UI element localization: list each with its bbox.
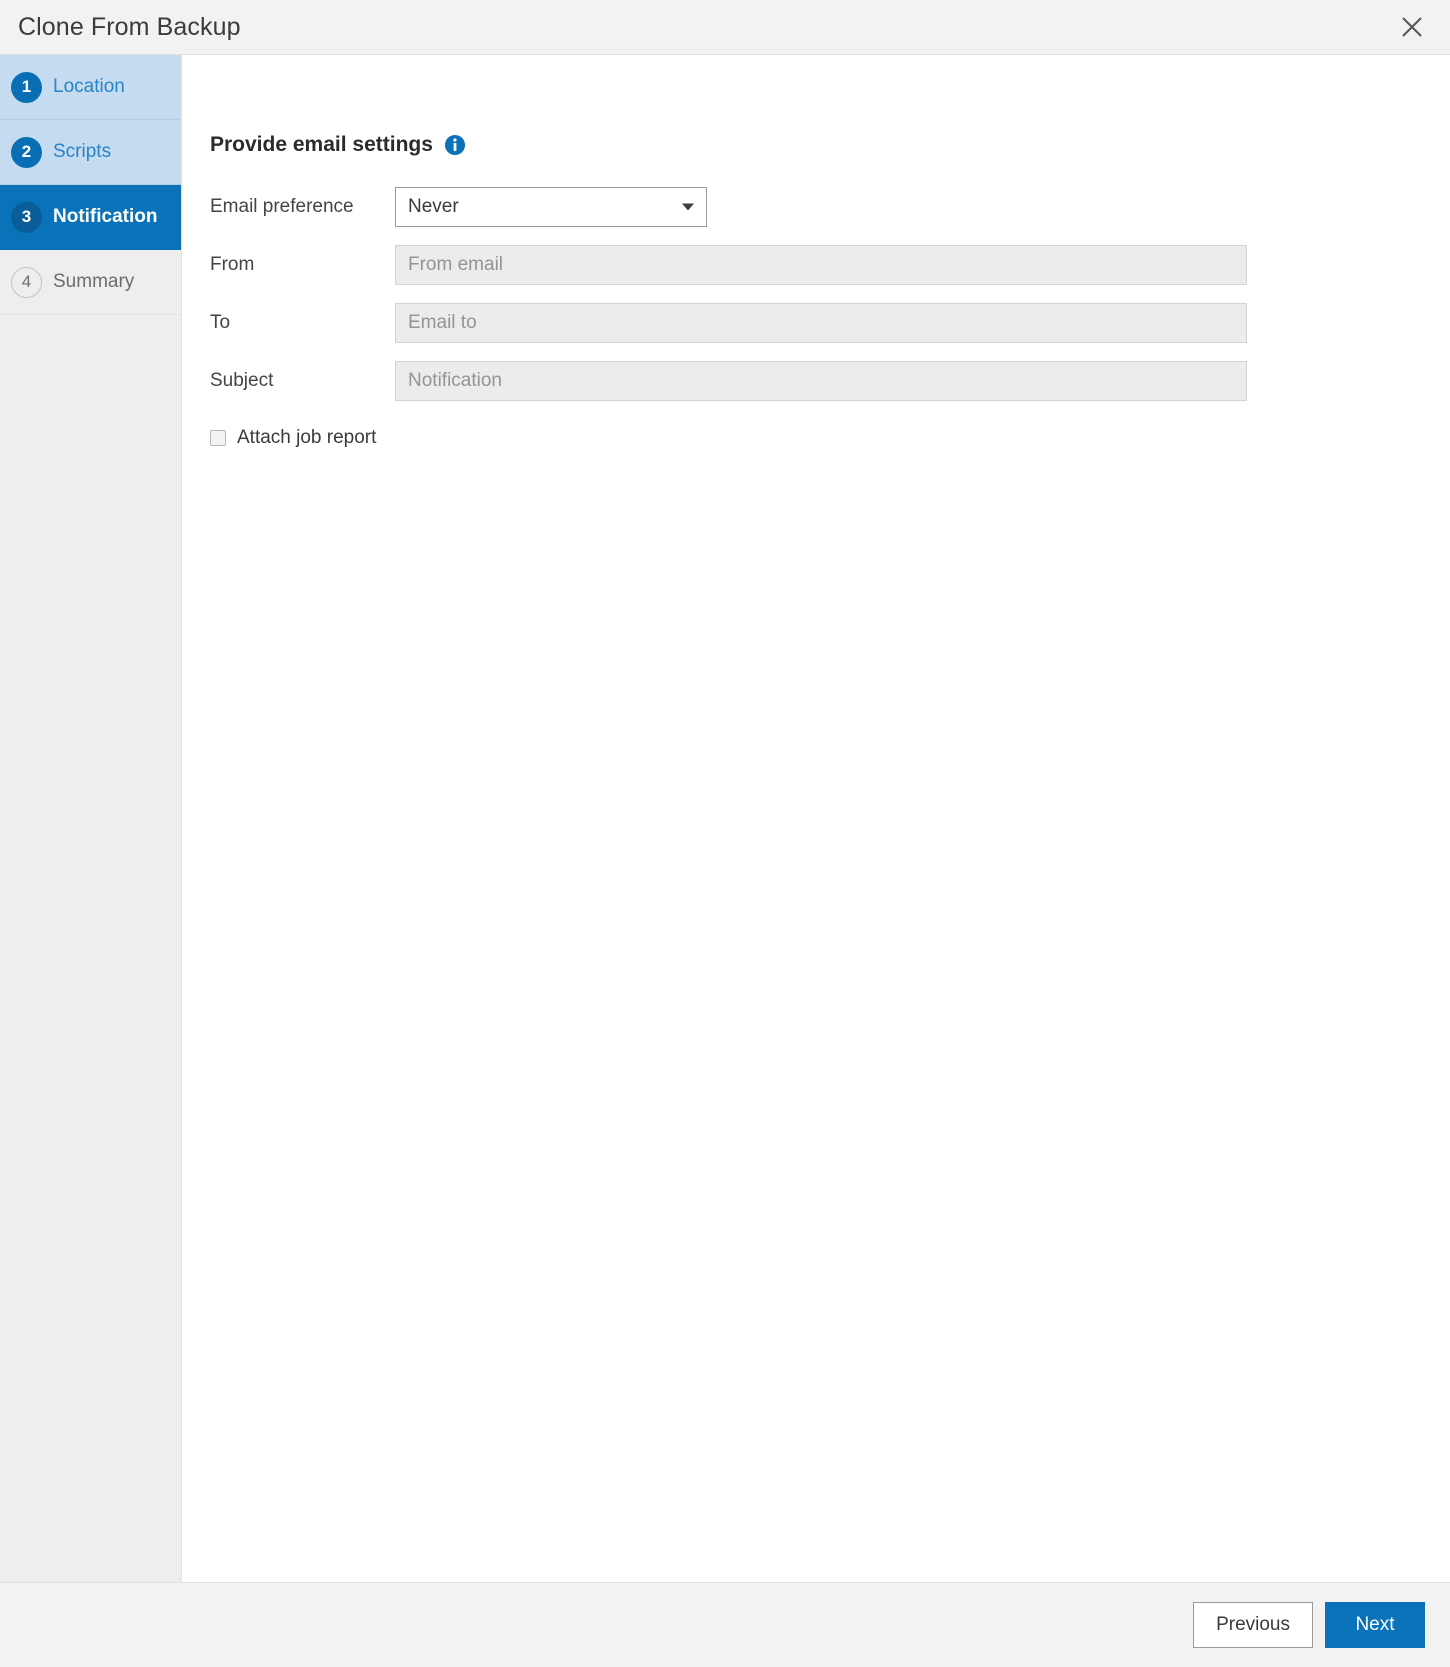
from-label: From: [210, 254, 255, 275]
close-icon[interactable]: [1392, 7, 1432, 47]
email-preference-select[interactable]: Never: [395, 187, 707, 227]
sidebar-item-label: Scripts: [53, 141, 112, 162]
email-preference-row: Email preference Never: [210, 187, 1450, 227]
from-email-input[interactable]: [395, 245, 1247, 285]
sidebar-item-summary[interactable]: 4 Summary: [0, 250, 181, 315]
sidebar-item-label: Location: [53, 76, 125, 97]
dialog-body: 1 Location 2 Scripts 3 Notification 4 Su…: [0, 55, 1450, 1582]
subject-row: Subject: [210, 361, 1450, 401]
sidebar-item-scripts[interactable]: 2 Scripts: [0, 120, 181, 185]
dialog-titlebar: Clone From Backup: [0, 0, 1450, 55]
dialog-footer: Previous Next: [0, 1582, 1450, 1667]
sidebar-item-location[interactable]: 1 Location: [0, 55, 181, 120]
to-label: To: [210, 312, 231, 333]
step-number-badge: 1: [11, 71, 42, 103]
page-title: Provide email settings: [210, 133, 433, 156]
step-number-badge: 3: [11, 201, 42, 233]
subject-input[interactable]: [395, 361, 1247, 401]
section-header: Provide email settings: [210, 133, 1450, 157]
to-row: To: [210, 303, 1450, 343]
next-button[interactable]: Next: [1325, 1602, 1425, 1648]
email-preference-label: Email preference: [210, 196, 354, 217]
notification-settings-panel: Provide email settings Email preference …: [182, 55, 1450, 1582]
dialog-title: Clone From Backup: [18, 12, 241, 41]
to-email-input[interactable]: [395, 303, 1247, 343]
email-preference-select-wrap: Never: [395, 187, 707, 227]
subject-label: Subject: [210, 370, 274, 391]
step-number-badge: 4: [11, 266, 42, 298]
attach-job-report-label[interactable]: Attach job report: [237, 427, 376, 449]
sidebar-item-label: Notification: [53, 206, 158, 227]
step-number-badge: 2: [11, 136, 42, 168]
previous-button[interactable]: Previous: [1193, 1602, 1313, 1648]
wizard-steps-sidebar: 1 Location 2 Scripts 3 Notification 4 Su…: [0, 55, 182, 1582]
from-row: From: [210, 245, 1450, 285]
attach-job-report-row: Attach job report: [210, 427, 1450, 449]
sidebar-item-notification[interactable]: 3 Notification: [0, 185, 181, 250]
info-icon[interactable]: [444, 135, 465, 155]
clone-from-backup-dialog: Clone From Backup 1 Location 2 Scripts 3…: [0, 0, 1450, 1667]
sidebar-item-label: Summary: [53, 271, 135, 292]
attach-job-report-checkbox[interactable]: [210, 430, 226, 446]
